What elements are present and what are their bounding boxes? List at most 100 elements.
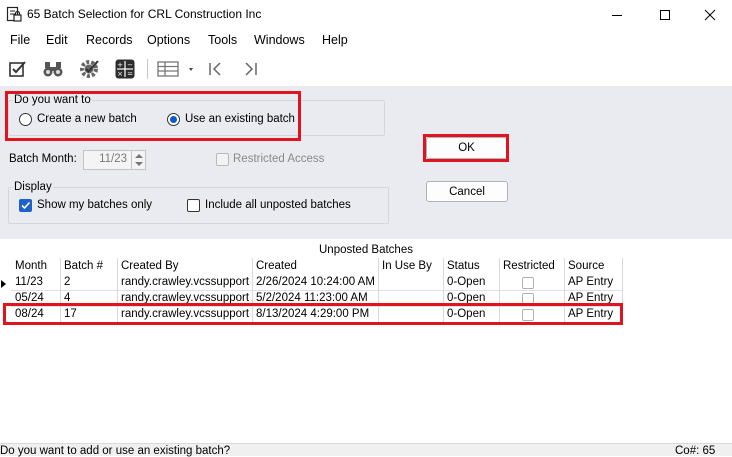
svg-text:×: × <box>117 70 123 78</box>
column-header-restricted[interactable]: Restricted <box>503 260 555 272</box>
svg-text:+: + <box>117 61 123 69</box>
column-divider <box>378 258 379 324</box>
maximize-icon <box>660 9 670 20</box>
cell-status: 0-Open <box>447 276 486 288</box>
create-new-batch-radio[interactable] <box>19 113 32 126</box>
column-header-source[interactable]: Source <box>568 260 604 272</box>
minimize-button[interactable] <box>594 0 640 29</box>
column-header-month[interactable]: Month <box>15 260 47 272</box>
column-header-batch[interactable]: Batch # <box>64 260 103 272</box>
maximize-button[interactable] <box>642 0 688 29</box>
toolbar-separator <box>147 59 148 79</box>
batch-month-spinner[interactable] <box>131 151 145 169</box>
current-row-indicator <box>1 280 6 288</box>
status-message: Do you want to add or use an existing ba… <box>0 445 231 457</box>
show-my-batches-checkbox[interactable] <box>19 199 32 212</box>
checkmark-icon <box>21 201 31 210</box>
company-number: Co#: 65 <box>675 445 716 457</box>
cell-restricted-checkbox[interactable] <box>522 293 534 305</box>
column-divider <box>564 258 565 324</box>
table-row[interactable]: 05/24 4 randy.crawley.vcssupport 5/2/202… <box>11 291 622 307</box>
cell-created-by: randy.crawley.vcssupport <box>121 308 250 320</box>
close-icon <box>704 9 716 20</box>
cell-restricted-checkbox[interactable] <box>522 277 534 289</box>
cell-batch: 17 <box>64 308 77 320</box>
cell-created: 5/2/2024 11:23:00 AM <box>256 292 368 304</box>
form-panel: Do you want to Create a new batch Use an… <box>0 86 732 239</box>
calculator-icon: + − × = <box>115 59 135 79</box>
close-button[interactable] <box>687 0 732 29</box>
column-divider <box>622 258 623 324</box>
title-bar: 65 Batch Selection for CRL Construction … <box>0 0 732 29</box>
column-header-created-by[interactable]: Created By <box>121 260 179 272</box>
last-record-icon <box>245 62 257 76</box>
table-options-button[interactable] <box>154 57 198 81</box>
column-divider <box>252 258 253 324</box>
include-all-unposted-checkbox[interactable] <box>187 199 200 212</box>
cell-source: AP Entry <box>568 276 614 288</box>
column-divider <box>117 258 118 324</box>
restricted-access-checkbox[interactable] <box>216 153 229 166</box>
cell-restricted-checkbox[interactable] <box>522 309 534 321</box>
cell-created: 8/13/2024 4:29:00 PM <box>256 308 370 320</box>
batch-choice-label: Do you want to <box>13 94 92 106</box>
menu-tools[interactable]: Tools <box>208 33 237 47</box>
find-button[interactable] <box>41 57 65 81</box>
table-row[interactable]: 08/24 17 randy.crawley.vcssupport 8/13/2… <box>11 307 622 323</box>
menu-records[interactable]: Records <box>86 33 133 47</box>
create-new-batch-label[interactable]: Create a new batch <box>37 113 137 125</box>
binoculars-icon <box>43 62 63 77</box>
toolbar: + − × = <box>0 53 732 85</box>
svg-text:−: − <box>127 61 133 69</box>
cell-source: AP Entry <box>568 292 614 304</box>
include-all-unposted-label[interactable]: Include all unposted batches <box>205 199 351 211</box>
cell-batch: 4 <box>64 292 71 304</box>
column-divider <box>499 258 500 324</box>
menu-file[interactable]: File <box>10 33 30 47</box>
menu-edit[interactable]: Edit <box>46 33 68 47</box>
menu-windows[interactable]: Windows <box>254 33 305 47</box>
cell-month: 05/24 <box>15 292 44 304</box>
first-record-button[interactable] <box>203 57 227 81</box>
show-my-batches-label[interactable]: Show my batches only <box>37 199 152 211</box>
grid-title: Unposted Batches <box>319 244 413 256</box>
cell-created: 2/26/2024 10:24:00 AM <box>256 276 375 288</box>
calculator-button[interactable]: + − × = <box>113 57 137 81</box>
column-divider <box>443 258 444 324</box>
table-row[interactable]: 11/23 2 randy.crawley.vcssupport 2/26/20… <box>11 275 622 291</box>
cell-batch: 2 <box>64 276 71 288</box>
window-title: 65 Batch Selection for CRL Construction … <box>27 7 262 21</box>
column-header-created[interactable]: Created <box>256 260 297 272</box>
batch-month-label: Batch Month: <box>9 153 77 165</box>
table-options-icon <box>157 61 193 77</box>
menu-options[interactable]: Options <box>147 33 190 47</box>
cell-created-by: randy.crawley.vcssupport <box>121 292 250 304</box>
gear-check-icon <box>80 60 99 78</box>
first-record-icon <box>209 62 221 76</box>
process-button[interactable] <box>77 57 101 81</box>
last-record-button[interactable] <box>239 57 263 81</box>
use-existing-batch-radio[interactable] <box>167 113 180 126</box>
column-header-status[interactable]: Status <box>447 260 480 272</box>
column-divider <box>60 258 61 324</box>
grid-header: Month Batch # Created By Created In Use … <box>11 259 622 275</box>
use-existing-batch-label[interactable]: Use an existing batch <box>185 113 295 125</box>
svg-text:=: = <box>127 70 133 78</box>
ok-button[interactable]: OK <box>426 137 507 159</box>
menu-help[interactable]: Help <box>322 33 348 47</box>
display-label: Display <box>13 181 53 193</box>
column-header-in-use-by[interactable]: In Use By <box>382 260 432 272</box>
cancel-button[interactable]: Cancel <box>426 181 508 202</box>
cell-month: 08/24 <box>15 308 44 320</box>
edit-check-icon <box>9 61 26 77</box>
cell-month: 11/23 <box>15 276 43 288</box>
minimize-icon <box>612 14 622 16</box>
cell-status: 0-Open <box>447 292 486 304</box>
cell-status: 0-Open <box>447 308 486 320</box>
cell-source: AP Entry <box>568 308 614 320</box>
document-lock-icon <box>6 6 22 22</box>
edit-check-button[interactable] <box>6 57 30 81</box>
restricted-access-label: Restricted Access <box>233 153 325 165</box>
cell-created-by: randy.crawley.vcssupport <box>121 276 250 288</box>
menu-bar: File Edit Records Options Tools Windows … <box>0 30 732 51</box>
